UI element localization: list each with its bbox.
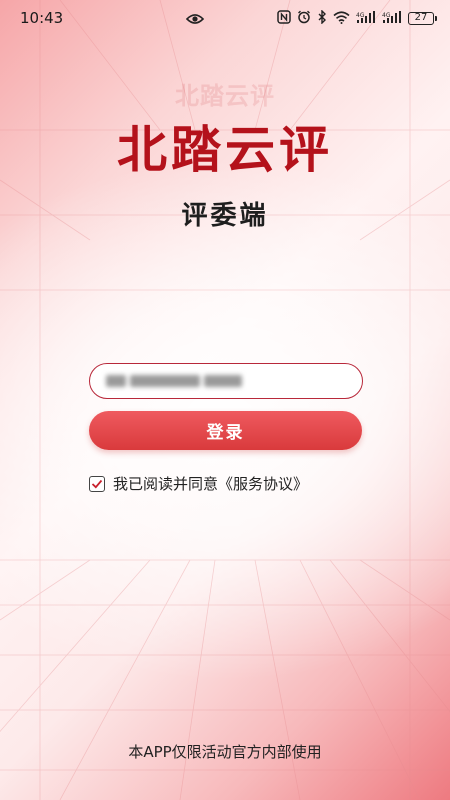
status-time: 10:43 xyxy=(20,9,64,27)
agreement-row[interactable]: 我已阅读并同意 《服务协议》 xyxy=(89,473,308,494)
wifi-icon xyxy=(333,9,350,28)
footer-note: 本APP仅限活动官方内部使用 xyxy=(128,743,322,761)
eye-icon xyxy=(185,10,205,29)
login-screen: 10:43 4G 4G 27 北踏云评 北踏云评 评委端 登录 我已阅读并同意 … xyxy=(0,0,450,800)
app-title: 北踏云评 xyxy=(117,121,333,179)
svg-text:4G: 4G xyxy=(382,12,391,19)
status-bar: 10:43 4G 4G 27 xyxy=(0,0,450,36)
alarm-icon xyxy=(297,9,311,28)
service-agreement-link[interactable]: 《服务协议》 xyxy=(218,473,308,494)
signal-4g-icon: 4G xyxy=(382,9,402,28)
title-watermark: 北踏云评 xyxy=(175,82,275,110)
check-icon xyxy=(91,479,103,489)
agreement-text: 我已阅读并同意 xyxy=(113,475,219,493)
battery-icon: 27 xyxy=(408,12,437,25)
login-button[interactable]: 登录 xyxy=(89,411,362,450)
battery-level: 27 xyxy=(414,12,428,23)
agreement-checkbox[interactable] xyxy=(89,475,105,492)
status-icons: 4G 4G 27 xyxy=(277,9,437,28)
blurred-phone-number xyxy=(106,373,256,389)
svg-text:4G: 4G xyxy=(356,12,365,19)
app-subtitle: 评委端 xyxy=(181,201,269,231)
bluetooth-icon xyxy=(317,9,327,28)
signal-4g-icon: 4G xyxy=(356,9,376,28)
nfc-icon xyxy=(277,9,291,28)
